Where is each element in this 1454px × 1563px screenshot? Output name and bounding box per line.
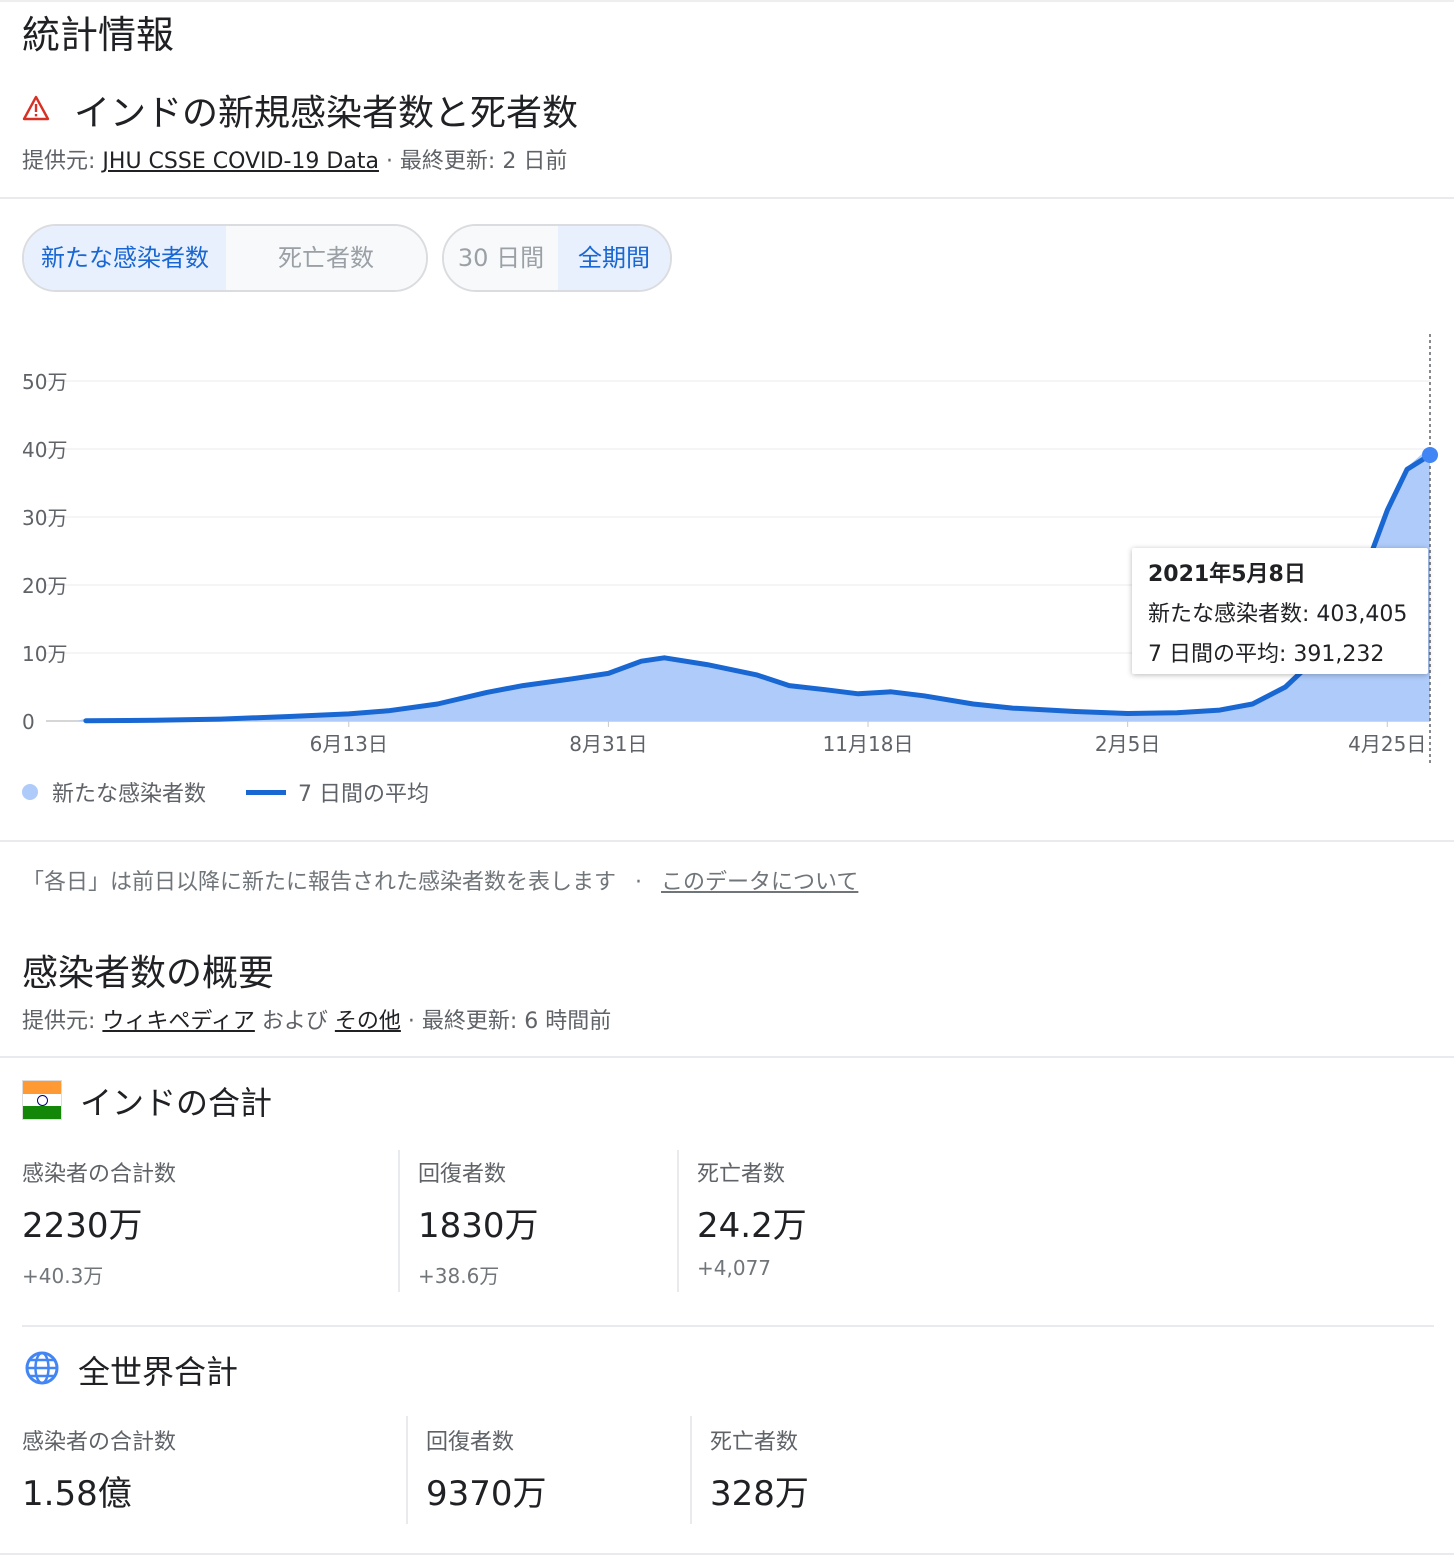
- chart-legend: 新たな感染者数 7 日間の平均: [22, 776, 429, 808]
- stat-divider: [677, 1150, 679, 1292]
- source-link[interactable]: JHU CSSE COVID-19 Data: [102, 149, 379, 174]
- world-deaths-label: 死亡者数: [710, 1430, 799, 1455]
- warning-icon: [22, 94, 50, 122]
- world-recovered-value: 9370万: [426, 1474, 547, 1514]
- india-cases-label: 感染者の合計数: [22, 1162, 177, 1187]
- tooltip-date: 2021年5月8日: [1148, 562, 1306, 587]
- india-cases-delta: +40.3万: [22, 1264, 104, 1288]
- y-tick-label: 50万: [22, 370, 67, 394]
- overview-updated: · 最終更新: 6 時間前: [400, 1009, 612, 1034]
- legend-line-swatch: [246, 789, 287, 795]
- india-recovered-delta: +38.6万: [418, 1264, 500, 1288]
- world-recovered-label: 回復者数: [426, 1430, 515, 1455]
- y-tick-label: 30万: [22, 506, 67, 530]
- cases-chart[interactable]: 0 10万 20万 30万 40万 50万 6月13日 8月31日 11月18日 2月5日 4月2…: [0, 320, 1454, 770]
- overview-source-prefix: 提供元:: [22, 1009, 103, 1034]
- india-cases-value: 2230万: [22, 1206, 143, 1246]
- x-tick-label: 6月13日: [310, 732, 388, 756]
- footnote-separator: ·: [635, 870, 643, 895]
- world-totals-title: 全世界合計: [78, 1353, 239, 1391]
- wikipedia-link[interactable]: ウィキペディア: [102, 1009, 254, 1034]
- x-tick-label: 11月18日: [823, 732, 914, 756]
- globe-icon: [24, 1350, 60, 1386]
- hover-point: [1422, 446, 1438, 463]
- india-deaths-value: 24.2万: [697, 1206, 807, 1246]
- stat-divider: [406, 1416, 408, 1524]
- y-tick-label: 0: [22, 710, 35, 734]
- y-tick-label: 40万: [22, 438, 67, 462]
- footnote-text: 「各日」は前日以降に新たに報告された感染者数を表します: [22, 870, 617, 895]
- india-totals-title: インドの合計: [80, 1084, 273, 1122]
- y-tick-label: 10万: [22, 642, 67, 666]
- world-deaths-value: 328万: [710, 1474, 809, 1514]
- tab-all-time[interactable]: 全期間: [558, 226, 670, 290]
- tooltip-average: 7 日間の平均: 391,232: [1148, 642, 1385, 667]
- stat-divider: [690, 1416, 692, 1524]
- tab-30-days[interactable]: 30 日間: [444, 226, 558, 290]
- legend-line-label: 7 日間の平均: [298, 782, 430, 807]
- x-tick-label: 2月5日: [1095, 732, 1160, 756]
- x-tick-label: 4月25日: [1348, 732, 1426, 756]
- india-recovered-value: 1830万: [418, 1206, 539, 1246]
- chart-footnote: 「各日」は前日以降に新たに報告された感染者数を表します · このデータについて: [22, 864, 858, 896]
- world-cases-label: 感染者の合計数: [22, 1430, 177, 1455]
- page-title: 統計情報: [22, 13, 175, 57]
- stat-divider: [398, 1150, 400, 1292]
- india-recovered-label: 回復者数: [418, 1162, 507, 1187]
- india-flag-icon: [22, 1080, 62, 1120]
- tab-deaths[interactable]: 死亡者数: [226, 226, 426, 290]
- india-deaths-delta: +4,077: [697, 1256, 772, 1280]
- chart-section-title: インドの新規感染者数と死者数: [74, 93, 579, 134]
- legend-bars-label: 新たな感染者数: [52, 782, 207, 807]
- updated-text: · 最終更新: 2 日前: [378, 149, 568, 174]
- top-border: [0, 0, 1454, 2]
- divider: [0, 840, 1454, 842]
- y-tick-label: 20万: [22, 574, 67, 598]
- x-tick-label: 8月31日: [569, 732, 647, 756]
- chart-tooltip: 2021年5月8日 新たな感染者数: 403,405 7 日間の平均: 391,…: [1132, 548, 1428, 674]
- others-link[interactable]: その他: [335, 1009, 401, 1034]
- divider: [0, 197, 1454, 199]
- source-prefix: 提供元:: [22, 149, 103, 174]
- divider: [22, 1325, 1434, 1327]
- overview-title: 感染者数の概要: [22, 953, 275, 994]
- india-deaths-label: 死亡者数: [697, 1162, 786, 1187]
- overview-and: および: [254, 1009, 335, 1034]
- tab-new-cases[interactable]: 新たな感染者数: [24, 226, 226, 290]
- chart-source-line: 提供元: JHU CSSE COVID-19 Data · 最終更新: 2 日前: [22, 143, 567, 175]
- legend-bars-swatch: [22, 784, 38, 800]
- world-cases-value: 1.58億: [22, 1474, 132, 1514]
- divider: [0, 1056, 1454, 1058]
- about-data-link[interactable]: このデータについて: [661, 870, 858, 895]
- range-tab-group: 30 日間 全期間: [442, 224, 672, 292]
- metric-tab-group: 新たな感染者数 死亡者数: [22, 224, 428, 292]
- overview-source-line: 提供元: ウィキペディア および その他 · 最終更新: 6 時間前: [22, 1003, 611, 1035]
- tooltip-cases: 新たな感染者数: 403,405: [1148, 602, 1408, 627]
- divider: [0, 1553, 1454, 1555]
